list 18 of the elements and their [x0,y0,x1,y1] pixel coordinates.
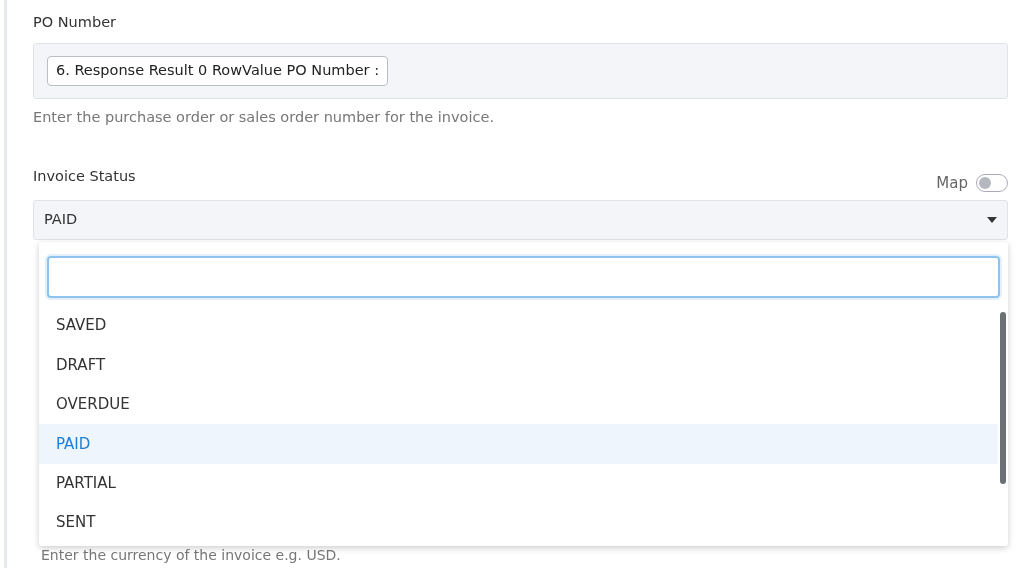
search-field[interactable] [47,256,1000,298]
value-token[interactable]: 6. Response Result 0 RowValue PO Number : [47,55,389,86]
help-text: Enter the purchase order or sales order number for the invoice. [33,107,495,127]
dropdown-option[interactable]: OVERDUE [39,384,998,425]
field-label: Invoice Status [33,167,136,187]
map-toggle[interactable] [976,173,1008,192]
dropdown-option[interactable]: SENT [39,502,998,543]
dropdown-option[interactable]: PAID [39,424,998,464]
field-label: PO Number [33,13,117,32]
toggle-label: Map [936,172,968,194]
scrollbar-thumb[interactable] [1000,312,1006,484]
dropdown-option[interactable]: PARTIAL [39,463,998,503]
dropdown-option[interactable]: SAVED [39,306,998,346]
caret-icon [987,217,997,223]
help-text: Enter the currency of the invoice e.g. USD. [41,547,341,564]
select-field[interactable]: PAID [33,200,1008,240]
dropdown-option[interactable]: DRAFT [39,345,998,385]
input-field[interactable]: 6. Response Result 0 RowValue PO Number : [33,42,1008,99]
